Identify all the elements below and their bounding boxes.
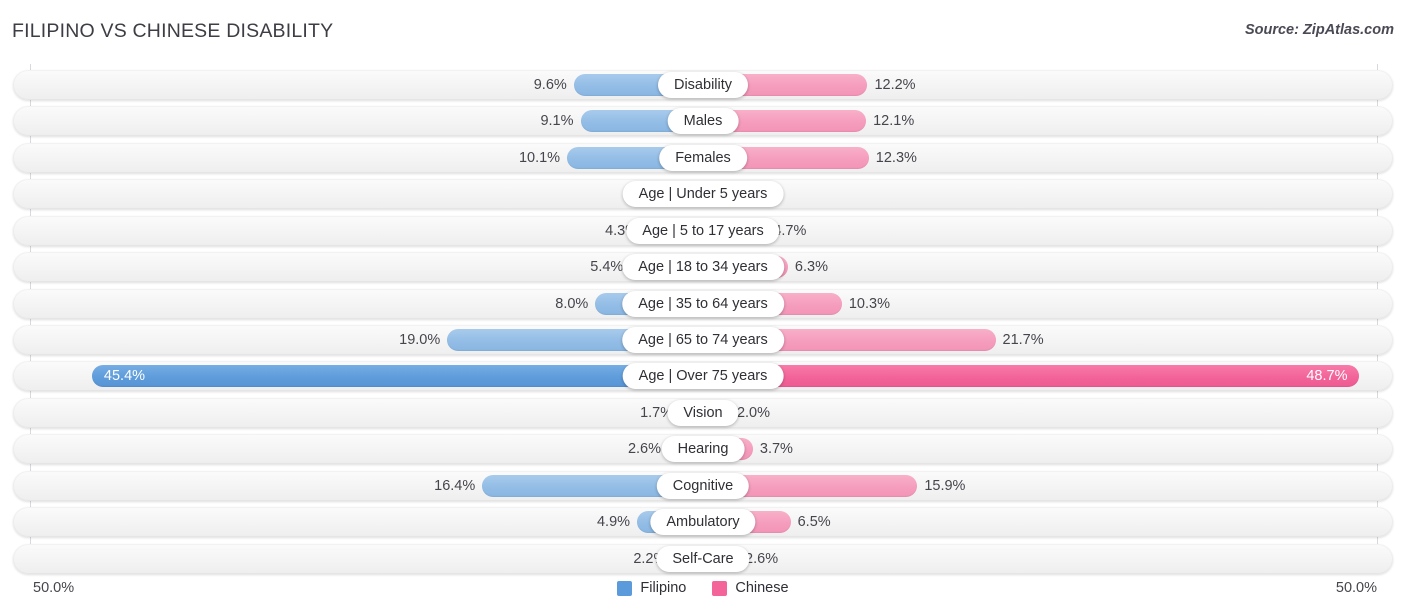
table-row[interactable]: 45.4% 48.7% Age | Over 75 years: [13, 361, 1393, 392]
category-label-pill[interactable]: Age | 18 to 34 years: [622, 254, 784, 281]
category-label-pill[interactable]: Females: [659, 144, 747, 171]
category-label-pill[interactable]: Age | 35 to 64 years: [622, 290, 784, 317]
table-row[interactable]: 1.1%1.1%Age | Under 5 years: [13, 179, 1393, 210]
value-label-filipino: 9.6%: [533, 77, 567, 93]
legend-item[interactable]: Filipino: [617, 580, 686, 596]
chart-footer: 50.0% 50.0% Filipino Chinese: [0, 576, 1406, 612]
value-label-chinese: 3.7%: [759, 441, 793, 458]
category-label-pill[interactable]: Vision: [667, 399, 739, 426]
value-label-filipino: 19.0%: [399, 332, 441, 348]
category-label-pill[interactable]: Cognitive: [656, 472, 750, 499]
value-label-chinese: 12.2%: [874, 77, 916, 93]
legend: Filipino Chinese: [0, 580, 1406, 596]
table-row[interactable]: 2.2% 2.6% Self-Care: [13, 543, 1393, 574]
table-row[interactable]: 16.4% 15.9% Cognitive: [13, 470, 1393, 501]
category-label-pill[interactable]: Self-Care: [656, 545, 750, 572]
category-label-pill[interactable]: Age | Over 75 years: [622, 363, 784, 390]
category-label-pill[interactable]: Males: [667, 108, 739, 135]
legend-label: Chinese: [735, 580, 789, 596]
bar-chinese: [703, 365, 1360, 388]
value-label-chinese: 2.6%: [745, 550, 779, 567]
bar-filipino: [91, 365, 703, 388]
category-label-pill[interactable]: Disability: [657, 72, 749, 98]
category-label-pill[interactable]: Hearing: [661, 436, 745, 463]
plot-area: 9.6% 12.2% Disability 9.1% 12.1% Males 10.1% 12…: [0, 64, 1406, 574]
value-label-filipino: 5.4%: [590, 259, 624, 276]
table-row[interactable]: 9.1% 12.1% Males: [13, 106, 1393, 137]
legend-item[interactable]: Chinese: [712, 580, 789, 596]
category-label-pill[interactable]: Age | 65 to 74 years: [622, 327, 784, 353]
table-row[interactable]: 1.7% 2.0% Vision: [13, 397, 1393, 428]
table-row[interactable]: 10.1% 12.3% Females: [13, 142, 1393, 173]
source-attribution: Source: ZipAtlas.com: [1244, 22, 1394, 38]
table-row[interactable]: 19.0% 21.7% Age | 65 to 74 years: [13, 325, 1393, 355]
category-label-pill[interactable]: Ambulatory: [650, 509, 756, 536]
table-row[interactable]: 8.0% 10.3% Age | 35 to 64 years: [13, 288, 1393, 319]
value-label-filipino: 8.0%: [555, 295, 589, 312]
value-label-chinese: 21.7%: [1002, 332, 1044, 348]
value-label-chinese: 6.3%: [794, 259, 828, 276]
table-row[interactable]: 5.4% 6.3% Age | 18 to 34 years: [13, 252, 1393, 283]
category-label-pill[interactable]: Age | Under 5 years: [622, 181, 784, 208]
value-label-chinese: 15.9%: [924, 477, 966, 494]
legend-swatch-chinese: [712, 580, 728, 596]
table-row[interactable]: 9.6% 12.2% Disability: [13, 70, 1393, 100]
value-label-filipino: 9.1%: [540, 113, 574, 130]
table-row[interactable]: 2.6% 3.7% Hearing: [13, 434, 1393, 465]
value-label-chinese: 12.3%: [875, 149, 917, 166]
category-label-pill[interactable]: Age | 5 to 17 years: [626, 217, 780, 244]
value-label-filipino: 4.9%: [596, 514, 631, 531]
value-label-filipino: 45.4%: [103, 368, 146, 385]
value-label-chinese: 2.0%: [736, 404, 771, 421]
table-row[interactable]: 4.9% 6.5% Ambulatory: [13, 507, 1393, 538]
page-title: FILIPINO VS CHINESE DISABILITY: [12, 20, 334, 42]
value-label-filipino: 2.6%: [627, 441, 662, 458]
value-label-chinese: 6.5%: [797, 514, 831, 531]
legend-label: Filipino: [640, 580, 687, 596]
value-label-chinese: 10.3%: [848, 295, 890, 312]
value-label-chinese: 48.7%: [1306, 368, 1348, 385]
value-label-filipino: 16.4%: [434, 477, 476, 494]
legend-swatch-filipino: [617, 580, 633, 596]
value-label-chinese: 12.1%: [873, 113, 915, 130]
table-row[interactable]: 4.3% 4.7% Age | 5 to 17 years: [13, 215, 1393, 246]
value-label-filipino: 10.1%: [518, 149, 561, 166]
chart-root: FILIPINO VS CHINESE DISABILITY Source: Z…: [0, 0, 1406, 612]
